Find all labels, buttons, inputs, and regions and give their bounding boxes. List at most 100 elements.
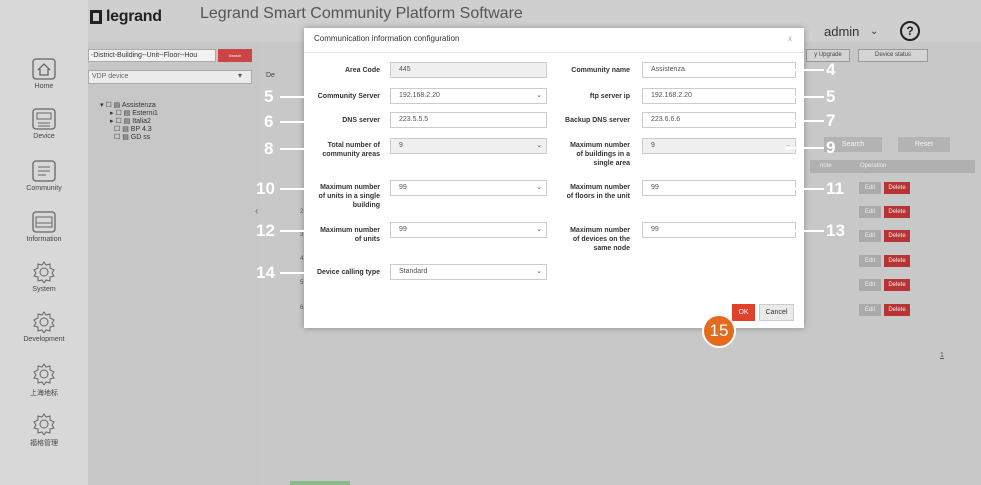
chevron-down-icon: ⌄ — [536, 184, 542, 191]
max-floors-value: 99 — [651, 184, 659, 191]
tree-node-label: Italia2 — [132, 118, 151, 125]
label-line: Maximum number — [570, 142, 630, 149]
callout-number: 8 — [264, 139, 274, 158]
tree-node[interactable]: ▸ ☐ ▤ Esterni1 — [110, 109, 158, 117]
chevron-down-icon: ⌄ — [536, 92, 542, 99]
row-delete-button[interactable]: Delete — [884, 206, 910, 218]
row-delete-button[interactable]: Delete — [884, 182, 910, 194]
row-delete-button[interactable]: Delete — [884, 230, 910, 242]
panel-prefix: De — [266, 72, 275, 79]
label-line: of floors in the unit — [566, 193, 630, 200]
user-name[interactable]: admin — [824, 24, 859, 39]
brand-name: legrand — [106, 8, 162, 25]
sidebar-item-device[interactable]: Device — [0, 100, 88, 150]
dns-server-field[interactable]: 223.5.5.5 — [390, 112, 547, 128]
device-type-select[interactable]: VDP device — [88, 70, 252, 84]
sidebar-item-landmark[interactable]: 上海地标 — [0, 355, 88, 405]
ok-button[interactable]: OK — [732, 304, 755, 321]
cancel-button[interactable]: Cancel — [759, 304, 794, 321]
callout-line — [280, 188, 316, 190]
callout-line — [788, 230, 824, 232]
callout-number: 10 — [256, 179, 275, 198]
row-delete-button[interactable]: Delete — [884, 279, 910, 291]
tree-search-button[interactable]: Search — [218, 49, 252, 62]
sidebar-item-community[interactable]: Community — [0, 152, 88, 202]
max-devices-select[interactable]: 99⌄ — [642, 222, 796, 238]
label-line: same node — [593, 245, 630, 252]
status-strip — [290, 481, 350, 485]
callout-line — [788, 147, 824, 149]
callout-number: 12 — [256, 221, 275, 240]
sidebar-item-information[interactable]: Information — [0, 203, 88, 253]
max-units-select[interactable]: 99 ⌄ — [390, 222, 547, 238]
chevron-down-icon[interactable]: ⌄ — [870, 26, 878, 37]
column-header-operation: Operation — [860, 163, 887, 169]
device-icon — [32, 108, 56, 130]
callout-line — [280, 272, 314, 274]
callout-line — [280, 121, 340, 123]
device-status-button[interactable]: Device status — [858, 49, 928, 62]
location-filter-input[interactable]: -District-Building--Unit--Floor--Hou — [88, 49, 216, 62]
backup-dns-server-field[interactable]: 223.6.6.6 — [642, 112, 796, 128]
collapse-arrow-icon[interactable]: ‹ — [255, 206, 258, 217]
callout-line — [280, 96, 314, 98]
chevron-down-icon[interactable]: ▾ — [238, 71, 242, 80]
callout-number: 5 — [264, 87, 274, 106]
row-number: 2 — [300, 209, 304, 215]
row-edit-button[interactable]: Edit — [859, 304, 881, 316]
row-edit-button[interactable]: Edit — [859, 279, 881, 291]
callout-number: 14 — [256, 263, 275, 282]
max-floors-select[interactable]: 99⌄ — [642, 180, 796, 196]
max-devices-label: Maximum number of devices on the same no… — [544, 226, 630, 253]
callout-line — [280, 148, 316, 150]
row-edit-button[interactable]: Edit — [859, 230, 881, 242]
tree-node-label: BP 4.3 — [130, 126, 152, 133]
callout-number: 7 — [826, 111, 836, 130]
close-icon[interactable]: x — [788, 34, 792, 43]
max-floors-label: Maximum number of floors in the unit — [544, 183, 630, 201]
community-name-field[interactable]: Assistenza — [642, 62, 796, 78]
device-calling-type-select[interactable]: Standard ⌄ — [390, 264, 547, 280]
row-number: 6 — [300, 305, 304, 311]
reset-button[interactable]: Reset — [898, 137, 950, 152]
label-line: single area — [593, 160, 630, 167]
area-code-label: Area Code — [344, 67, 380, 74]
row-edit-button[interactable]: Edit — [859, 206, 881, 218]
row-edit-button[interactable]: Edit — [859, 255, 881, 267]
community-server-select[interactable]: 192.168.2.20 ⌄ — [390, 88, 547, 104]
label-line: of units — [354, 236, 380, 243]
row-number: 3 — [300, 232, 304, 238]
ftp-server-ip-field[interactable]: 192.168.2.20 — [642, 88, 796, 104]
row-edit-button[interactable]: Edit — [859, 182, 881, 194]
row-delete-button[interactable]: Delete — [884, 304, 910, 316]
max-units-building-select[interactable]: 99 ⌄ — [390, 180, 547, 196]
tree-node-label: Esterni1 — [132, 110, 158, 117]
tree-node[interactable]: ▸ ☐ ▤ Italia2 — [110, 117, 151, 125]
gear-icon — [33, 413, 55, 435]
max-buildings-value: 9 — [651, 142, 655, 149]
pager-page-link[interactable]: 1 — [940, 352, 944, 359]
help-icon[interactable]: ? — [900, 21, 920, 41]
chevron-down-icon: ⌄ — [536, 142, 542, 149]
callout-badge: 15 — [702, 314, 736, 348]
sidebar-label: Device — [33, 133, 55, 140]
sidebar-item-home[interactable]: Home — [0, 50, 88, 100]
max-units-building-value: 99 — [399, 184, 407, 191]
label-line: of units in a single — [318, 193, 380, 200]
callout-line — [788, 120, 824, 122]
sidebar-item-development[interactable]: Development — [0, 303, 88, 353]
callout-number: 11 — [826, 179, 844, 198]
tree-node-root[interactable]: ▾ ☐ ▤ Assistenza — [100, 101, 156, 109]
table-header — [810, 160, 975, 173]
ftp-server-ip-label: ftp server ip — [589, 93, 630, 100]
tree-node[interactable]: ☐ ▤ BP 4.3 — [114, 125, 152, 133]
label-line: of devices on the — [572, 236, 630, 243]
communication-config-dialog: Communication information configuration … — [304, 28, 804, 328]
row-delete-button[interactable]: Delete — [884, 255, 910, 267]
sidebar-item-system[interactable]: System — [0, 253, 88, 303]
information-icon — [32, 211, 56, 233]
sidebar-item-management[interactable]: 福格管理 — [0, 405, 88, 455]
tree-node[interactable]: ☐ ▤ GD ss — [114, 133, 150, 141]
total-areas-select: 9 ⌄ — [390, 138, 547, 154]
label-line: of buildings in a — [576, 151, 630, 158]
